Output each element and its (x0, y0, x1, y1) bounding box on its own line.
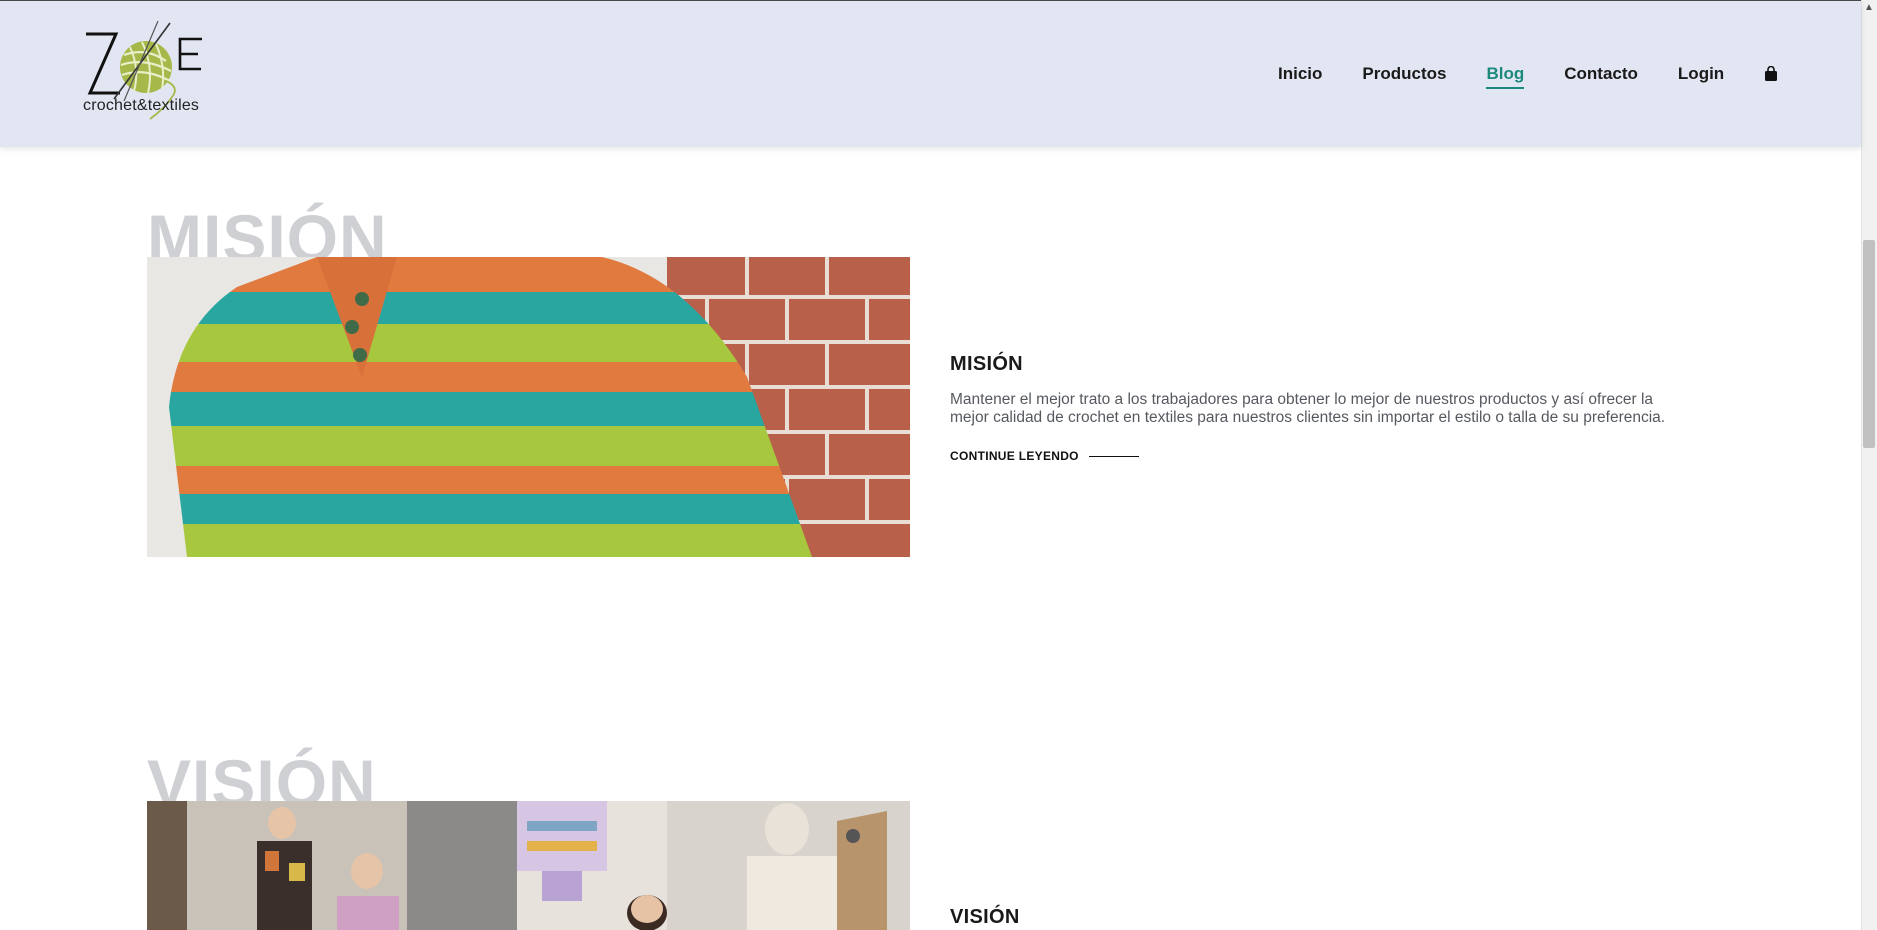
page-scrollbar-track[interactable] (1861, 0, 1877, 930)
nav-login[interactable]: Login (1678, 63, 1724, 85)
nav-inicio[interactable]: Inicio (1278, 63, 1322, 85)
mision-continue-reading-link[interactable]: CONTINUE LEYENDO (950, 449, 1139, 463)
mision-post-title[interactable]: MISIÓN (950, 353, 1023, 376)
scroll-up-arrow-icon[interactable]: ▲ (1861, 0, 1877, 16)
collage-image (147, 801, 910, 930)
main-menu: Inicio Productos Blog Contacto Login (1278, 63, 1780, 89)
nav-contacto[interactable]: Contacto (1564, 63, 1638, 85)
nav-blog[interactable]: Blog (1486, 63, 1524, 89)
continue-reading-label: CONTINUE LEYENDO (950, 449, 1079, 463)
continue-reading-line (1088, 455, 1139, 457)
mision-post-excerpt: Mantener el mejor trato a los trabajador… (950, 391, 1666, 426)
page-scrollbar-thumb[interactable] (1863, 240, 1875, 448)
site-header: crochet&textiles Inicio Productos Blog C… (0, 1, 1861, 147)
vision-post-title[interactable]: VISIÓN (950, 906, 1020, 929)
nav-productos[interactable]: Productos (1362, 63, 1446, 85)
shopping-bag-icon[interactable] (1764, 65, 1780, 84)
logo-subtitle: crochet&textiles (83, 97, 200, 114)
mision-photo[interactable] (147, 257, 910, 557)
striped-sweater-image (147, 257, 910, 557)
vision-photo[interactable] (147, 801, 910, 930)
site-logo[interactable]: crochet&textiles (80, 17, 212, 131)
